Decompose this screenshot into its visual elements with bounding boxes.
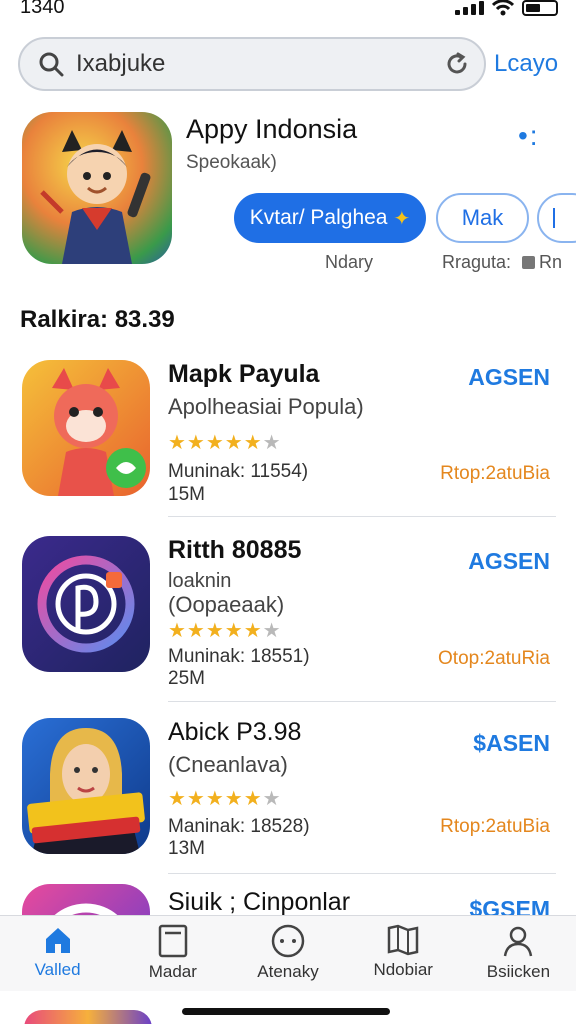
app-name: Ritth 80885: [168, 536, 302, 564]
get-button[interactable]: AGSEN: [468, 364, 550, 391]
rating-stars: ★★★★★★: [168, 620, 282, 642]
status-time: 1340: [20, 0, 65, 18]
divider: [168, 701, 556, 702]
divider: [168, 516, 556, 517]
secondary-button-label: Mak: [461, 205, 504, 230]
tablet-icon: [158, 924, 188, 958]
app-extra: Rtop:2atuBia: [440, 463, 550, 484]
lock-icon: [522, 256, 535, 269]
app-subtitle: (Cneanlava): [168, 752, 288, 777]
portrait-game-icon: [22, 718, 150, 854]
tab-madar[interactable]: Madar: [115, 916, 230, 991]
featured-app-icon[interactable]: [22, 112, 172, 264]
app-size: 13M: [168, 838, 205, 859]
featured-tertiary-button[interactable]: [537, 193, 576, 243]
tab-label: Atenaky: [257, 962, 319, 981]
get-button[interactable]: AGSEN: [468, 548, 550, 575]
get-button[interactable]: $GSEM: [469, 896, 550, 915]
search-bar[interactable]: Ixabjuke: [18, 37, 486, 91]
chat-dots-icon: [271, 924, 305, 958]
featured-label-right-extra: Rn: [539, 252, 563, 272]
divider: [168, 873, 556, 874]
list-item[interactable]: Mapk Payula Apolheasiai Popula) ★★★★★★ M…: [0, 360, 576, 530]
tab-label: Madar: [148, 962, 197, 981]
search-input[interactable]: Ixabjuke: [76, 50, 444, 78]
app-subtitle-2: (Oopaeaak): [168, 592, 285, 617]
app-name: Siuik ; Cinponlar: [168, 888, 351, 915]
featured-label-right: Rraguta:: [442, 252, 512, 272]
featured-secondary-button[interactable]: Mak: [436, 193, 529, 243]
rankings-heading: Ralkira: 83.39: [20, 306, 175, 333]
circle-app-icon: [22, 884, 150, 915]
tab-ndobiar[interactable]: Ndobiar: [346, 916, 461, 991]
home-icon: [45, 928, 70, 953]
app-extra: Otop:2atuRia: [438, 648, 550, 669]
cancel-button[interactable]: Lcayo: [494, 50, 558, 78]
tab-label: Bsiicken: [486, 962, 551, 981]
search-icon: [39, 52, 64, 77]
music-disc-icon: [22, 536, 150, 672]
app-downloads: Muninak: 11554): [168, 461, 309, 482]
list-item[interactable]: Abick P3.98 (Cneanlava) ★★★★★★ Maninak: …: [0, 718, 576, 888]
rating-stars: ★★★★★★: [168, 788, 282, 810]
status-icons: [455, 0, 558, 16]
fox-character-icon: [22, 360, 150, 496]
status-bar: 1340: [0, 0, 576, 22]
wifi-icon: [492, 0, 514, 16]
list-item[interactable]: Siuik ; Cinponlar $GSEM: [0, 884, 576, 915]
app-subtitle: loaknin: [168, 570, 232, 592]
primary-button-label: Kvtar/ Palghea: [249, 206, 388, 229]
refresh-icon[interactable]: [444, 51, 470, 77]
tab-label: Ndobiar: [373, 960, 433, 979]
button-glyph: [553, 208, 555, 228]
person-icon: [504, 926, 533, 957]
book-map-icon: [387, 924, 419, 956]
more-icon[interactable]: •:: [518, 120, 540, 152]
app-size: 25M: [168, 668, 205, 689]
get-button[interactable]: $ASEN: [473, 730, 550, 757]
featured-primary-button[interactable]: Kvtar/ Palghea ✦: [234, 193, 426, 243]
cartoon-character-icon: [40, 130, 151, 264]
tab-label: Valled: [34, 960, 81, 979]
list-item[interactable]: Ritth 80885 loaknin (Oopaeaak) ★★★★★★ Mu…: [0, 536, 576, 706]
app-downloads: Maninak: 18528): [168, 816, 310, 837]
tab-atenaky[interactable]: Atenaky: [230, 916, 345, 991]
app-subtitle: Apolheasiai Popula): [168, 394, 364, 419]
featured-label-left: Ndary: [325, 252, 374, 272]
next-item-icon-peek: [24, 1010, 152, 1024]
app-downloads: Muninak: 18551): [168, 646, 310, 667]
tab-valled[interactable]: Valled: [0, 916, 115, 991]
app-size: 15M: [168, 484, 205, 505]
sparkle-icon: ✦: [393, 207, 411, 230]
tab-bsiicken[interactable]: Bsiicken: [461, 916, 576, 991]
tab-bar: Valled Madar Atenaky Ndobiar Bsiicken: [0, 915, 576, 991]
app-name: Abick P3.98: [168, 718, 302, 746]
app-name: Mapk Payula: [168, 360, 320, 388]
home-indicator[interactable]: [182, 1008, 390, 1015]
featured-app-subtitle: Speokaak): [186, 152, 277, 173]
battery-icon: [522, 0, 558, 16]
signal-icon: [455, 1, 484, 15]
featured-app-title: Appy Indonsia: [186, 114, 358, 144]
rating-stars: ★★★★★★: [168, 432, 282, 454]
app-extra: Rtop:2atuBia: [440, 816, 550, 837]
featured-label-lock: Rn: [522, 252, 562, 273]
